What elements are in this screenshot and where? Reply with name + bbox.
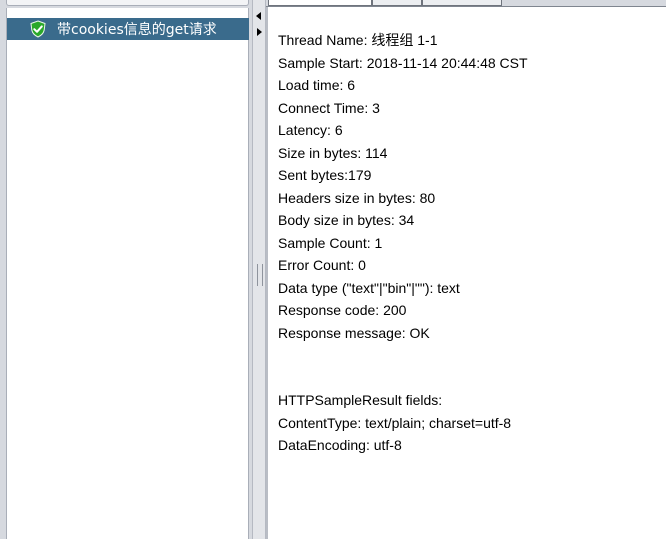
result-line-sent-bytes: Sent bytes:179 <box>278 167 372 183</box>
result-line-content-type: ContentType: text/plain; charset=utf-8 <box>278 414 512 431</box>
result-line-load-time: Load time: 6 <box>278 77 356 93</box>
shield-check-icon <box>29 20 47 38</box>
result-line-data-encoding: DataEncoding: utf-8 <box>278 437 402 453</box>
result-line-error-count: Error Count: 0 <box>278 257 366 273</box>
collapse-left-icon[interactable] <box>256 12 261 20</box>
result-line-body-size: Body size in bytes: 34 <box>278 212 415 228</box>
tab-sampler-result[interactable] <box>268 0 372 6</box>
pane-splitter[interactable] <box>252 0 266 539</box>
result-line-response-code: Response code: 200 <box>278 302 407 318</box>
tree-pane: 带cookies信息的get请求 <box>0 0 252 539</box>
splitter-grip-icon[interactable] <box>257 264 263 286</box>
result-line-sample-count: Sample Count: 1 <box>278 234 383 251</box>
result-line-thread-name: Thread Name: 线程组 1-1 <box>278 32 438 48</box>
sampler-result-content: Thread Name: 线程组 1-1 Sample Start: 2018-… <box>266 7 666 539</box>
tree-item-get-request[interactable]: 带cookies信息的get请求 <box>7 18 249 40</box>
result-line-headers-size: Headers size in bytes: 80 <box>278 189 436 206</box>
tree-view: 带cookies信息的get请求 <box>6 8 249 539</box>
tree-scroll-top <box>6 0 249 6</box>
expand-right-icon[interactable] <box>257 28 262 36</box>
result-line-blank <box>278 344 528 367</box>
result-line-connect-time: Connect Time: 3 <box>278 99 380 116</box>
tab-response-data[interactable] <box>422 0 502 6</box>
result-line-size-in-bytes: Size in bytes: 114 <box>278 144 388 161</box>
result-line-response-message: Response message: OK <box>278 324 430 341</box>
tree-item-label: 带cookies信息的get请求 <box>57 22 217 38</box>
result-line-sample-start: Sample Start: 2018-11-14 20:44:48 CST <box>278 54 528 71</box>
result-line-blank <box>278 367 528 390</box>
result-line-data-type: Data type ("text"|"bin"|""): text <box>278 279 460 296</box>
sampler-result-pane: Thread Name: 线程组 1-1 Sample Start: 2018-… <box>266 0 666 539</box>
result-line-latency: Latency: 6 <box>278 122 343 138</box>
result-tabs <box>266 0 666 7</box>
sampler-result-text: Thread Name: 线程组 1-1 Sample Start: 2018-… <box>278 29 528 457</box>
result-line-fields-header: HTTPSampleResult fields: <box>278 392 443 408</box>
tab-request[interactable] <box>372 0 422 6</box>
